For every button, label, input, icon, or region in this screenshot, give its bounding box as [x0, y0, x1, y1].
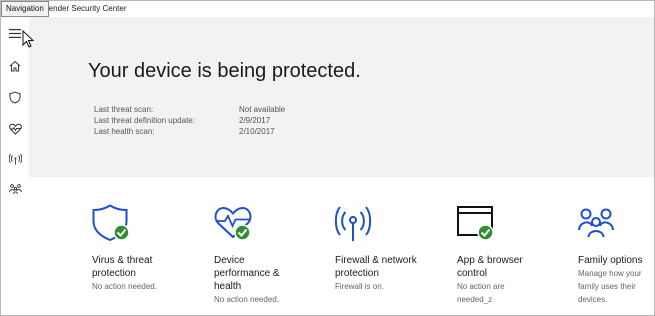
tile-title: Virus & threat protection [92, 254, 152, 280]
tile-status-line: No action needed. [214, 295, 279, 304]
scan-value: Not available [239, 105, 286, 114]
title-bar: efender Security Center [1, 1, 654, 17]
sidebar-item-family[interactable] [1, 177, 29, 201]
browser-window-check-icon [457, 206, 494, 241]
sidebar-item-home[interactable] [1, 54, 29, 78]
scan-label: Last health scan: [94, 127, 155, 136]
tile-title-line: performance & [214, 268, 280, 279]
tile-title: Family options [578, 254, 642, 267]
heart-pulse-check-icon [214, 206, 252, 241]
scan-label: Last threat definition update: [94, 116, 195, 125]
wireless-antenna-icon [335, 206, 372, 241]
wifi-antenna-icon [8, 153, 22, 165]
tile-status-line: Manage how your [578, 269, 642, 278]
sidebar-item-device-health[interactable] [1, 117, 29, 141]
navigation-tooltip: Navigation [1, 1, 49, 17]
mouse-cursor-icon [22, 30, 34, 48]
scan-value: 2/9/2017 [239, 116, 271, 125]
tile-title: Firewall & network protection [335, 254, 417, 280]
tile-title-line: protection [335, 268, 379, 279]
tile-title-line: Virus & threat [92, 255, 153, 266]
tile-status-line: No action are [457, 282, 505, 291]
tile-status-line: devices. [578, 295, 608, 304]
tile-title: Device performance & health [214, 254, 280, 293]
tile-status: Firewall is on. [335, 280, 384, 293]
home-icon [9, 60, 21, 72]
tile-status: No action are needed_z [457, 280, 505, 306]
shield-icon [9, 90, 21, 104]
sidebar-nav [1, 17, 29, 315]
scan-label: Last threat scan: [94, 105, 154, 114]
family-icon [8, 184, 22, 195]
status-banner: Your device is being protected. Last thr… [29, 17, 654, 177]
hamburger-menu-icon [9, 28, 21, 38]
scan-value: 2/10/2017 [239, 127, 275, 136]
family-group-icon [578, 208, 614, 238]
tile-title-line: Family options [578, 255, 643, 266]
page-title: Your device is being protected. [88, 60, 361, 82]
window-title: efender Security Center [42, 4, 127, 13]
tile-title: App & browser control [457, 254, 523, 280]
tile-title-line: control [457, 268, 488, 279]
tile-title-line: Device [214, 255, 245, 266]
shield-check-icon [92, 204, 130, 242]
sidebar-item-firewall[interactable] [1, 147, 29, 171]
sidebar-item-virus-protection[interactable] [1, 85, 29, 109]
tile-title-line: App & browser [457, 255, 523, 266]
tile-title-line: Firewall & network [335, 255, 417, 266]
tile-status: Manage how your family uses their device… [578, 267, 642, 306]
tile-status: No action needed. [214, 293, 279, 306]
tile-status: No action needed. [92, 280, 157, 293]
app-window: efender Security Center Navigation Your … [0, 0, 655, 316]
tile-title-line: protection [92, 268, 136, 279]
tile-status-line: family uses their [578, 282, 636, 291]
tile-title-line: health [214, 281, 242, 292]
tile-status-line: needed_z [457, 295, 493, 304]
heart-pulse-icon [8, 123, 22, 135]
tile-status-line: Firewall is on. [335, 282, 384, 291]
tile-status-line: No action needed. [92, 282, 157, 291]
